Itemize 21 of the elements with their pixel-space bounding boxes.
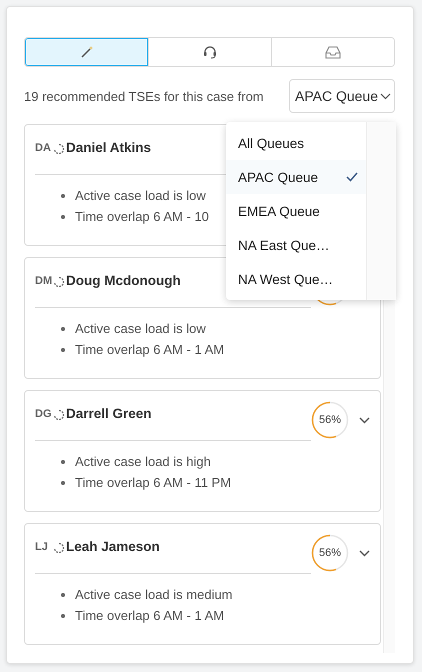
engineer-initials: DM bbox=[35, 274, 53, 287]
reason-text: Time overlap 6 AM - 11 PM bbox=[75, 474, 232, 491]
reason-text: Active case load is medium bbox=[75, 586, 233, 603]
engineer-name: Leah Jameson bbox=[66, 539, 160, 554]
match-percent: 56% bbox=[318, 547, 342, 559]
engineer-initials: DG bbox=[35, 407, 52, 420]
reason-text: Time overlap 6 AM - 1 AM bbox=[75, 607, 224, 624]
reason-text: Active case load is high bbox=[75, 453, 211, 470]
engineer-name: Daniel Atkins bbox=[66, 140, 152, 155]
reason-text: Time overlap 6 AM - 1 AM bbox=[75, 341, 224, 358]
engineer-initials: LJ bbox=[35, 540, 49, 553]
recommendation-summary: 19 recommended TSEs for this case from bbox=[24, 88, 264, 104]
engineer-name: Darrell Green bbox=[66, 406, 152, 421]
engineer-name: Doug Mcdonough bbox=[66, 273, 181, 288]
queue-select[interactable]: APAC Queue bbox=[288, 79, 395, 113]
reason-text: Active case load is low bbox=[75, 187, 206, 204]
reason-text: Time overlap 6 AM - 10 bbox=[75, 208, 209, 225]
reason-text: Active case load is low bbox=[75, 320, 206, 337]
queue-option[interactable]: APAC Queue bbox=[226, 160, 366, 194]
engineer-initials: DA bbox=[35, 141, 52, 154]
match-percent: 56% bbox=[318, 414, 342, 426]
